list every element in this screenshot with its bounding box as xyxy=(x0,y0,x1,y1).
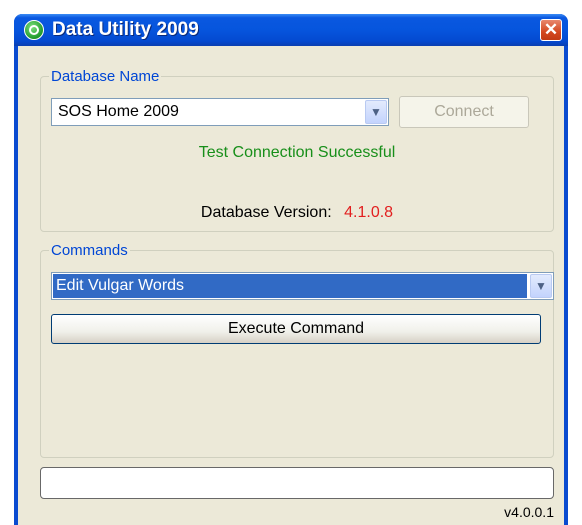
database-version-label: Database Version: xyxy=(200,204,332,221)
connect-button[interactable]: Connect xyxy=(399,96,529,128)
app-version: v4.0.0.1 xyxy=(504,504,554,520)
window-title: Data Utility 2009 xyxy=(52,19,199,40)
database-name-label: Database Name xyxy=(51,68,160,85)
connection-status: Test Connection Successful xyxy=(198,144,396,161)
client-area: Database Name SOS Home 2009 ▼ Connect Te… xyxy=(18,46,564,525)
close-button[interactable]: ✕ xyxy=(540,19,562,41)
database-version-row: Database Version: 4.1.0.8 xyxy=(40,204,554,222)
app-logo-icon xyxy=(24,20,44,40)
command-select[interactable]: Edit Vulgar Words ▼ xyxy=(51,272,554,300)
app-window: Data Utility 2009 ✕ Database Name SOS Ho… xyxy=(14,14,568,525)
database-version-value: 4.1.0.8 xyxy=(344,204,394,221)
chevron-down-icon[interactable]: ▼ xyxy=(530,274,552,298)
commands-label: Commands xyxy=(51,242,128,259)
database-select-value: SOS Home 2009 xyxy=(58,103,179,120)
progress-bar xyxy=(40,467,554,499)
database-select[interactable]: SOS Home 2009 ▼ xyxy=(51,98,389,126)
execute-command-button[interactable]: Execute Command xyxy=(51,314,541,344)
close-icon: ✕ xyxy=(543,20,559,39)
title-bar[interactable]: Data Utility 2009 ✕ xyxy=(14,14,568,46)
chevron-down-icon[interactable]: ▼ xyxy=(365,100,387,124)
command-select-value: Edit Vulgar Words xyxy=(53,274,527,298)
